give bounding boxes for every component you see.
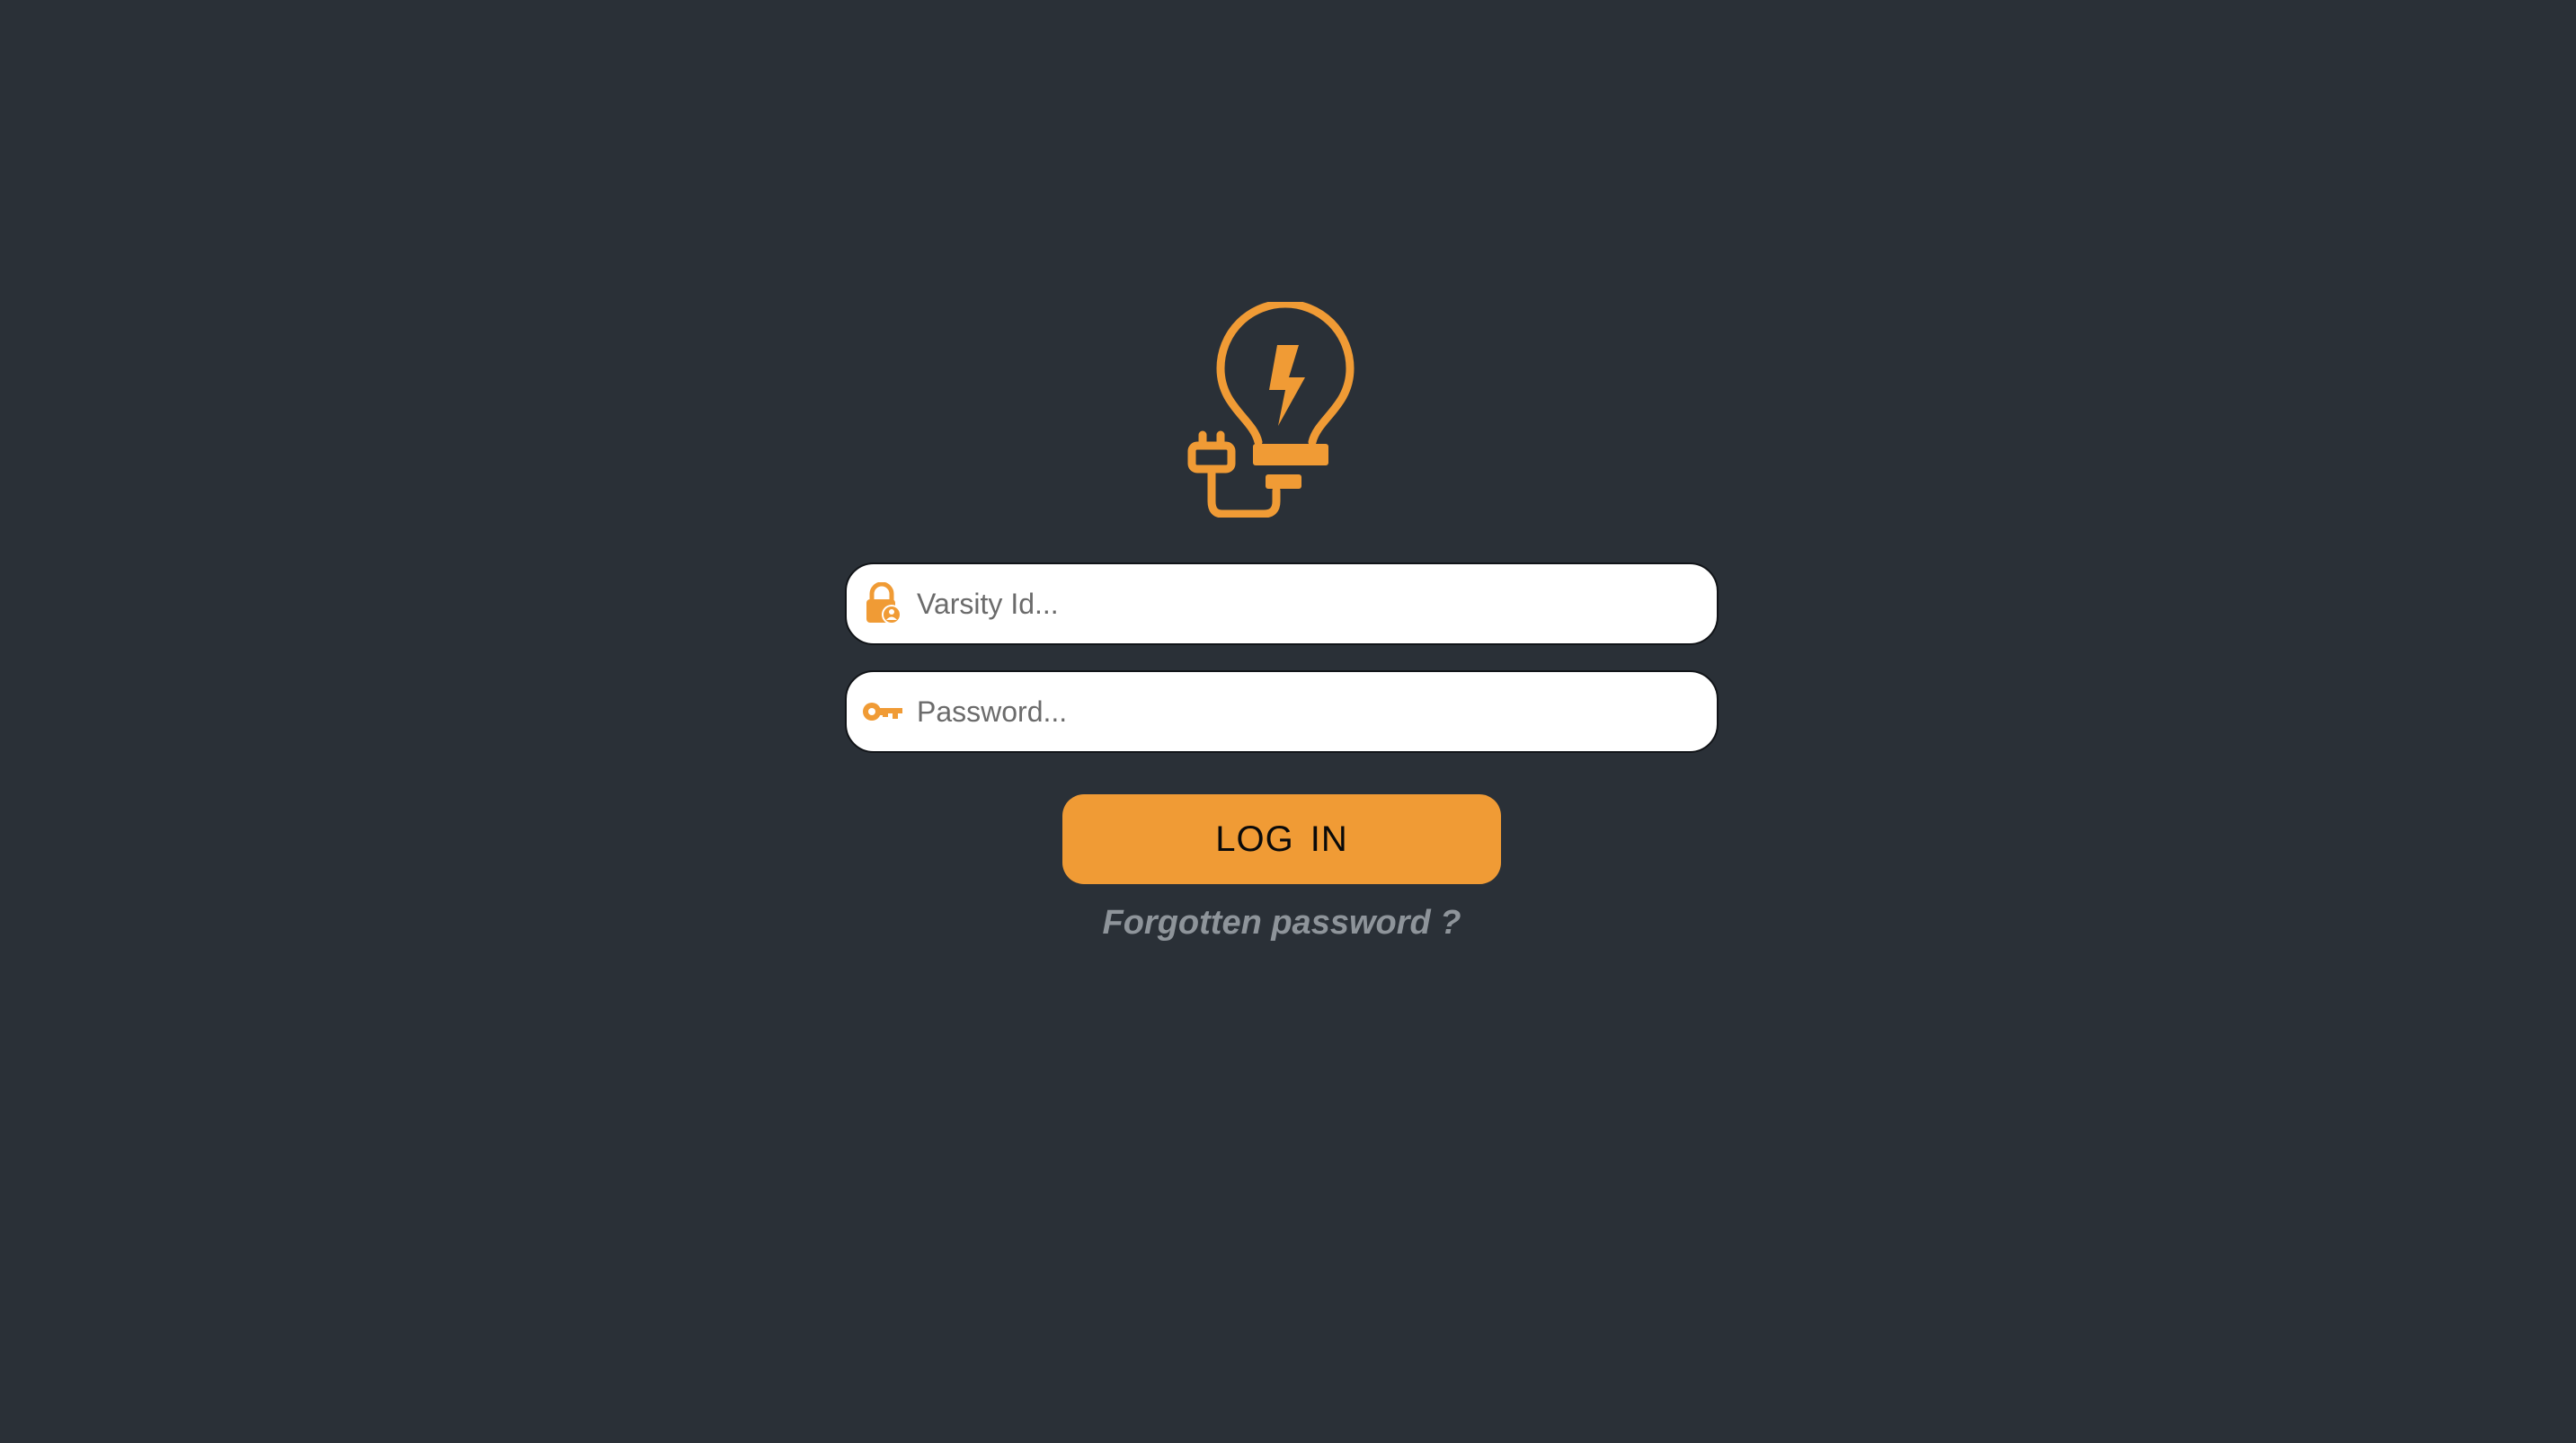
forgot-password-link[interactable]: Forgotten password ? bbox=[989, 904, 1575, 943]
password-input[interactable] bbox=[917, 685, 1690, 739]
varsity-id-input[interactable] bbox=[917, 577, 1690, 631]
login-page: LOG IN Forgotten password ? bbox=[0, 0, 2576, 1443]
login-button[interactable]: LOG IN bbox=[1062, 794, 1501, 884]
varsity-id-field[interactable] bbox=[845, 562, 1719, 645]
lightbulb-plug-icon bbox=[1187, 302, 1355, 518]
user-lock-icon bbox=[861, 582, 904, 625]
key-icon bbox=[861, 690, 904, 733]
password-field[interactable] bbox=[845, 670, 1719, 753]
